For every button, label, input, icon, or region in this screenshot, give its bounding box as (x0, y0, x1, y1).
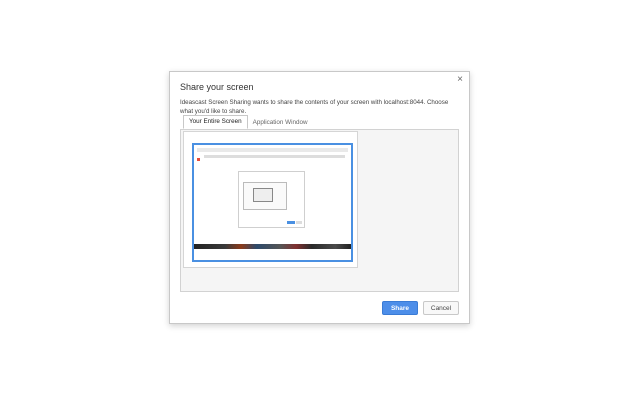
source-panel (180, 129, 459, 292)
screen-thumbnail[interactable] (192, 143, 353, 262)
close-icon[interactable]: × (457, 75, 463, 85)
tab-entire-screen[interactable]: Your Entire Screen (183, 115, 248, 129)
thumbnail-taskbar (194, 244, 351, 249)
tab-bar: Your Entire Screen Application Window (183, 115, 313, 129)
thumbnail-browser-tabs (197, 148, 348, 152)
share-button[interactable]: Share (382, 301, 418, 315)
dialog-description: Ideascast Screen Sharing wants to share … (180, 99, 449, 115)
thumbnail-cancel-button (296, 221, 302, 224)
thumbnail-dialog (238, 171, 305, 228)
thumbnail-url-bar (204, 155, 345, 158)
share-screen-dialog: Share your screen × Ideascast Screen Sha… (169, 71, 470, 324)
thumbnail-share-button (287, 221, 295, 224)
screen-thumbnail-card[interactable] (183, 131, 358, 268)
thumbnail-inner-window (253, 188, 273, 202)
cancel-button[interactable]: Cancel (423, 301, 459, 315)
tab-application-window[interactable]: Application Window (248, 117, 313, 129)
thumbnail-red-marker (197, 158, 200, 161)
dialog-title: Share your screen (180, 82, 254, 92)
